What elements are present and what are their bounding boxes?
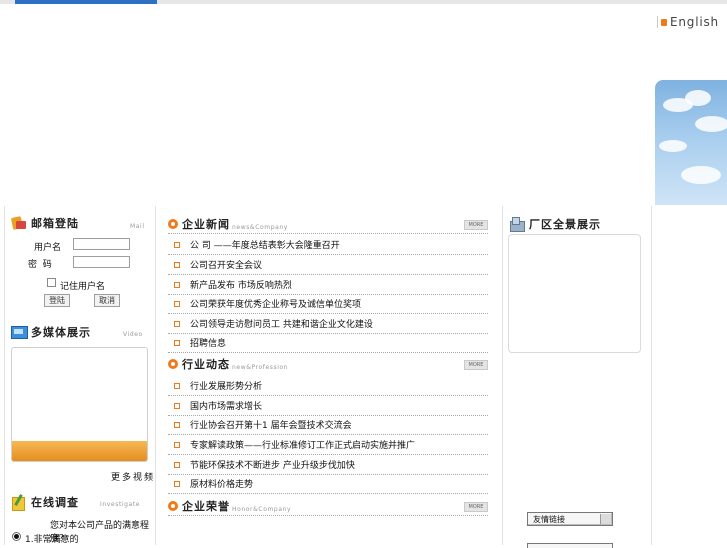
company-news-header: 企业新闻 <box>168 215 230 233</box>
second-select[interactable] <box>527 543 613 548</box>
plant-header: 厂区全景展示 <box>509 215 601 233</box>
top-bar-accent <box>15 0 157 4</box>
square-bullet-icon <box>174 261 180 268</box>
industry-news-more-button[interactable]: MORE <box>464 360 488 370</box>
news-item-text: 公司荣获年度优秀企业称号及诚信单位奖项 <box>190 300 362 310</box>
square-bullet-icon <box>174 281 180 288</box>
square-bullet-icon <box>174 320 180 327</box>
remember-label: 记住用户名 <box>60 282 106 292</box>
building-icon <box>509 216 525 232</box>
orange-bullet-icon <box>168 219 178 229</box>
square-bullet-icon <box>174 339 180 346</box>
top-bar <box>0 0 727 4</box>
news-item[interactable]: 公 司 ——年度总结表彰大会隆重召开 <box>168 235 488 255</box>
honors-more-button[interactable]: MORE <box>464 502 488 512</box>
media-header: 多媒体展示 <box>11 323 91 341</box>
right-column: 厂区全景展示 友情链接 <box>502 206 652 548</box>
friend-links-select[interactable]: 友情链接 <box>527 512 613 526</box>
language-icon <box>661 18 667 26</box>
square-bullet-icon <box>174 421 180 428</box>
company-news-subtitle: news&Company <box>232 224 288 231</box>
honors-header: 企业荣誉 <box>168 497 230 515</box>
left-column: 邮箱登陆 Mail 用户名 密 码 记住用户名 登陆 取消 多媒体展示 Vide… <box>4 206 156 545</box>
mail-login-header: 邮箱登陆 <box>10 214 79 232</box>
news-item-text: 公司召开安全会议 <box>190 261 263 271</box>
plant-title: 厂区全景展示 <box>529 218 601 231</box>
square-bullet-icon <box>174 480 180 487</box>
sky-banner-image <box>655 80 727 205</box>
news-item-text: 公 司 ——年度总结表彰大会隆重召开 <box>190 241 340 251</box>
honors-title: 企业荣誉 <box>182 500 230 513</box>
honors-subtitle: Honor&Company <box>232 506 292 513</box>
survey-option-label: 1.非常满意的 <box>25 535 79 545</box>
news-item[interactable]: 公司荣获年度优秀企业称号及诚信单位奖项 <box>168 294 488 314</box>
news-item[interactable]: 招聘信息 <box>168 333 488 353</box>
square-bullet-icon <box>174 241 180 248</box>
password-label: 密 码 <box>28 260 52 270</box>
mail-login-subtitle: Mail <box>130 223 145 230</box>
industry-news-header: 行业动态 <box>168 355 230 373</box>
news-item[interactable]: 国内市场需求增长 <box>168 396 488 416</box>
english-link[interactable]: English <box>657 15 719 29</box>
friend-links-select-value: 友情链接 <box>533 515 565 524</box>
media-title: 多媒体展示 <box>31 326 91 339</box>
media-subtitle: Video <box>123 331 143 338</box>
password-input[interactable] <box>73 256 130 268</box>
news-item-text: 招聘信息 <box>190 339 227 349</box>
news-item-text: 专家解读政策——行业标准修订工作正式启动实施并推广 <box>190 441 416 451</box>
survey-header: 在线调查 <box>11 493 79 511</box>
news-item-text: 国内市场需求增长 <box>190 402 263 412</box>
mail-icon <box>10 215 27 231</box>
center-column: 企业新闻 news&Company MORE 公 司 ——年度总结表彰大会隆重召… <box>164 206 490 545</box>
video-player[interactable] <box>11 347 148 462</box>
news-item[interactable]: 专家解读政策——行业标准修订工作正式启动实施并推广 <box>168 435 488 455</box>
divider <box>657 16 658 28</box>
industry-news-subtitle: new&Profession <box>232 364 289 371</box>
company-news-more-button[interactable]: MORE <box>464 220 488 230</box>
monitor-icon <box>11 325 28 339</box>
remember-checkbox[interactable] <box>47 278 56 287</box>
news-item[interactable]: 行业协会召开第十1 届年会暨技术交流会 <box>168 415 488 435</box>
news-item-text: 行业发展形势分析 <box>190 382 263 392</box>
more-video-link[interactable]: 更多视频 <box>111 470 155 483</box>
news-item[interactable]: 公司召开安全会议 <box>168 255 488 275</box>
industry-news-title: 行业动态 <box>182 358 230 371</box>
mail-login-title: 邮箱登陆 <box>31 217 79 230</box>
news-item[interactable]: 行业发展形势分析 <box>168 376 488 396</box>
video-control-bar <box>12 441 147 461</box>
survey-subtitle: Investigate <box>100 501 141 508</box>
square-bullet-icon <box>174 461 180 468</box>
section-divider <box>168 515 488 516</box>
news-item-text: 节能环保技术不断进步 产业升级步伐加快 <box>190 461 355 471</box>
news-item[interactable]: 原材料价格走势 <box>168 474 488 494</box>
news-item-text: 原材料价格走势 <box>190 480 254 490</box>
square-bullet-icon <box>174 300 180 307</box>
section-divider <box>168 233 488 234</box>
survey-option-radio[interactable] <box>12 532 21 541</box>
dropdown-arrow-icon <box>600 514 611 524</box>
square-bullet-icon <box>174 402 180 409</box>
news-item-text: 公司领导走访慰问员工 共建和谐企业文化建设 <box>190 320 373 330</box>
orange-bullet-icon <box>168 501 178 511</box>
news-item-text: 新产品发布 市场反响热烈 <box>190 281 292 291</box>
news-item[interactable]: 公司领导走访慰问员工 共建和谐企业文化建设 <box>168 314 488 334</box>
news-item[interactable]: 新产品发布 市场反响热烈 <box>168 275 488 295</box>
square-bullet-icon <box>174 441 180 448</box>
cancel-button[interactable]: 取消 <box>94 294 120 307</box>
pencil-note-icon <box>11 494 27 511</box>
username-label: 用户名 <box>34 243 62 253</box>
plant-photo-box[interactable] <box>508 234 641 353</box>
login-button[interactable]: 登陆 <box>44 294 70 307</box>
news-item[interactable]: 节能环保技术不断进步 产业升级步伐加快 <box>168 455 488 475</box>
username-input[interactable] <box>73 238 130 250</box>
square-bullet-icon <box>174 382 180 389</box>
company-news-title: 企业新闻 <box>182 218 230 231</box>
orange-bullet-icon <box>168 359 178 369</box>
survey-title: 在线调查 <box>31 496 79 509</box>
news-item-text: 行业协会召开第十1 届年会暨技术交流会 <box>190 421 352 431</box>
english-link-label: English <box>670 15 719 29</box>
